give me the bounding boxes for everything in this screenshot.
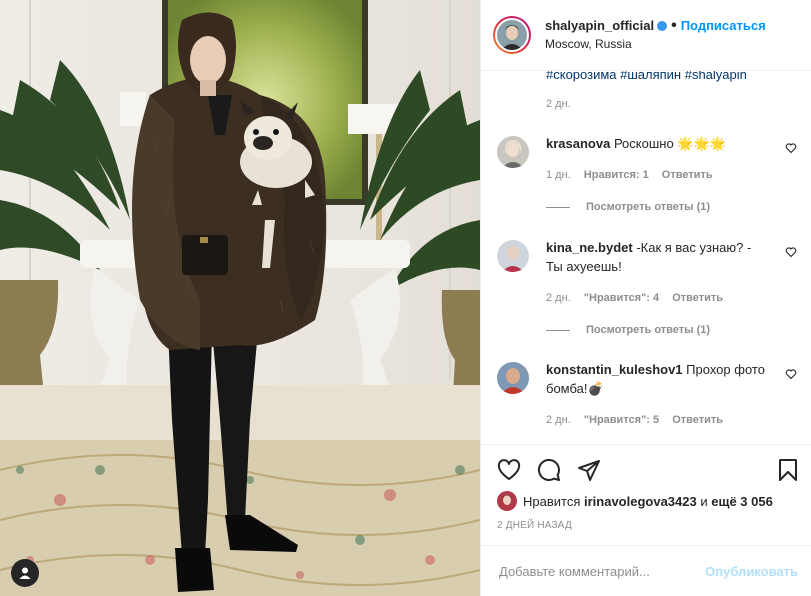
comment-meta: 2 дн. "Нравится": 5 Ответить bbox=[546, 414, 733, 426]
add-comment-bar: Опубликовать bbox=[481, 545, 811, 596]
likes-summary: Нравится irinavolegova3423 и ещё 3 056 bbox=[497, 491, 773, 511]
comment-text-block: konstantin_kuleshov1 Прохор фото бомба!💣 bbox=[546, 360, 766, 398]
comment-reply-button[interactable]: Ответить bbox=[662, 169, 713, 181]
separator-dot: • bbox=[671, 17, 677, 34]
author-username[interactable]: shalyapin_official bbox=[545, 18, 654, 33]
share-icon[interactable] bbox=[577, 458, 601, 487]
comments-list[interactable]: #скорозима #шаляпин #shalyapin 2 дн. kra… bbox=[481, 71, 811, 444]
replies-line bbox=[546, 329, 570, 331]
comment-like-heart-icon[interactable] bbox=[785, 141, 797, 159]
comment-likes[interactable]: "Нравится": 4 bbox=[584, 292, 659, 304]
post-actions bbox=[481, 444, 811, 497]
comment-like-heart-icon[interactable] bbox=[785, 367, 797, 385]
heart-icon[interactable] bbox=[497, 458, 521, 487]
post-photo[interactable] bbox=[0, 0, 480, 596]
verified-badge-icon bbox=[657, 20, 668, 31]
comment-likes[interactable]: Нравится: 1 bbox=[584, 169, 649, 181]
comment-text: Роскошно 🌟🌟🌟 bbox=[613, 136, 726, 151]
post-location[interactable]: Moscow, Russia bbox=[545, 35, 766, 53]
comment-likes[interactable]: "Нравится": 5 bbox=[584, 414, 659, 426]
post-timestamp[interactable]: 2 ДНЕЙ НАЗАД bbox=[497, 520, 572, 531]
follow-button[interactable]: Подписаться bbox=[681, 18, 766, 33]
comment-time[interactable]: 1 дн. bbox=[546, 169, 571, 181]
comment-icon[interactable] bbox=[537, 458, 561, 487]
likes-prefix: Нравится bbox=[523, 493, 581, 509]
author-avatar[interactable] bbox=[493, 16, 531, 54]
comment-meta: 1 дн. Нравится: 1 Ответить bbox=[546, 169, 723, 181]
caption-time[interactable]: 2 дн. bbox=[546, 98, 571, 110]
view-replies-button[interactable]: Посмотреть ответы (1) bbox=[546, 201, 710, 213]
comment-text-block: krasanova Роскошно 🌟🌟🌟 bbox=[546, 134, 766, 153]
commenter-avatar[interactable] bbox=[497, 240, 529, 272]
comment-time[interactable]: 2 дн. bbox=[546, 292, 571, 304]
publish-button[interactable]: Опубликовать bbox=[705, 564, 798, 579]
view-replies-button[interactable]: Посмотреть ответы (1) bbox=[546, 324, 710, 336]
comment-meta: 2 дн. "Нравится": 4 Ответить bbox=[546, 292, 733, 304]
caption-hashtags[interactable]: #скорозима #шаляпин #shalyapin bbox=[546, 71, 747, 82]
bookmark-icon[interactable] bbox=[776, 458, 800, 487]
comment-like-heart-icon[interactable] bbox=[785, 245, 797, 263]
comment-reply-button[interactable]: Ответить bbox=[672, 414, 723, 426]
commenter-avatar[interactable] bbox=[497, 136, 529, 168]
liker-username[interactable]: irinavolegova3423 bbox=[584, 494, 697, 509]
likes-connector: и bbox=[700, 493, 708, 509]
comment-input[interactable] bbox=[497, 562, 701, 580]
replies-line bbox=[546, 206, 570, 208]
comment-username[interactable]: krasanova bbox=[546, 136, 610, 151]
comment-username[interactable]: kina_ne.bydet bbox=[546, 240, 633, 255]
liker-avatar[interactable] bbox=[497, 491, 517, 511]
comment-text-block: kina_ne.bydet -Как я вас узнаю? - Ты аху… bbox=[546, 238, 766, 276]
view-replies-label: Посмотреть ответы (1) bbox=[586, 201, 711, 213]
comment-time[interactable]: 2 дн. bbox=[546, 414, 571, 426]
view-replies-label: Посмотреть ответы (1) bbox=[586, 324, 711, 336]
post-header: shalyapin_official • Подписаться Moscow, R… bbox=[481, 0, 811, 71]
instagram-post: shalyapin_official • Подписаться Moscow, R… bbox=[0, 0, 811, 596]
comment-username[interactable]: konstantin_kuleshov1 bbox=[546, 362, 683, 377]
comment-reply-button[interactable]: Ответить bbox=[672, 292, 723, 304]
commenter-avatar[interactable] bbox=[497, 362, 529, 394]
user-tag-icon[interactable] bbox=[11, 559, 39, 587]
photo-illustration bbox=[0, 0, 480, 596]
post-sidebar: shalyapin_official • Подписаться Moscow, R… bbox=[480, 0, 811, 596]
likes-count[interactable]: ещё 3 056 bbox=[711, 494, 773, 509]
